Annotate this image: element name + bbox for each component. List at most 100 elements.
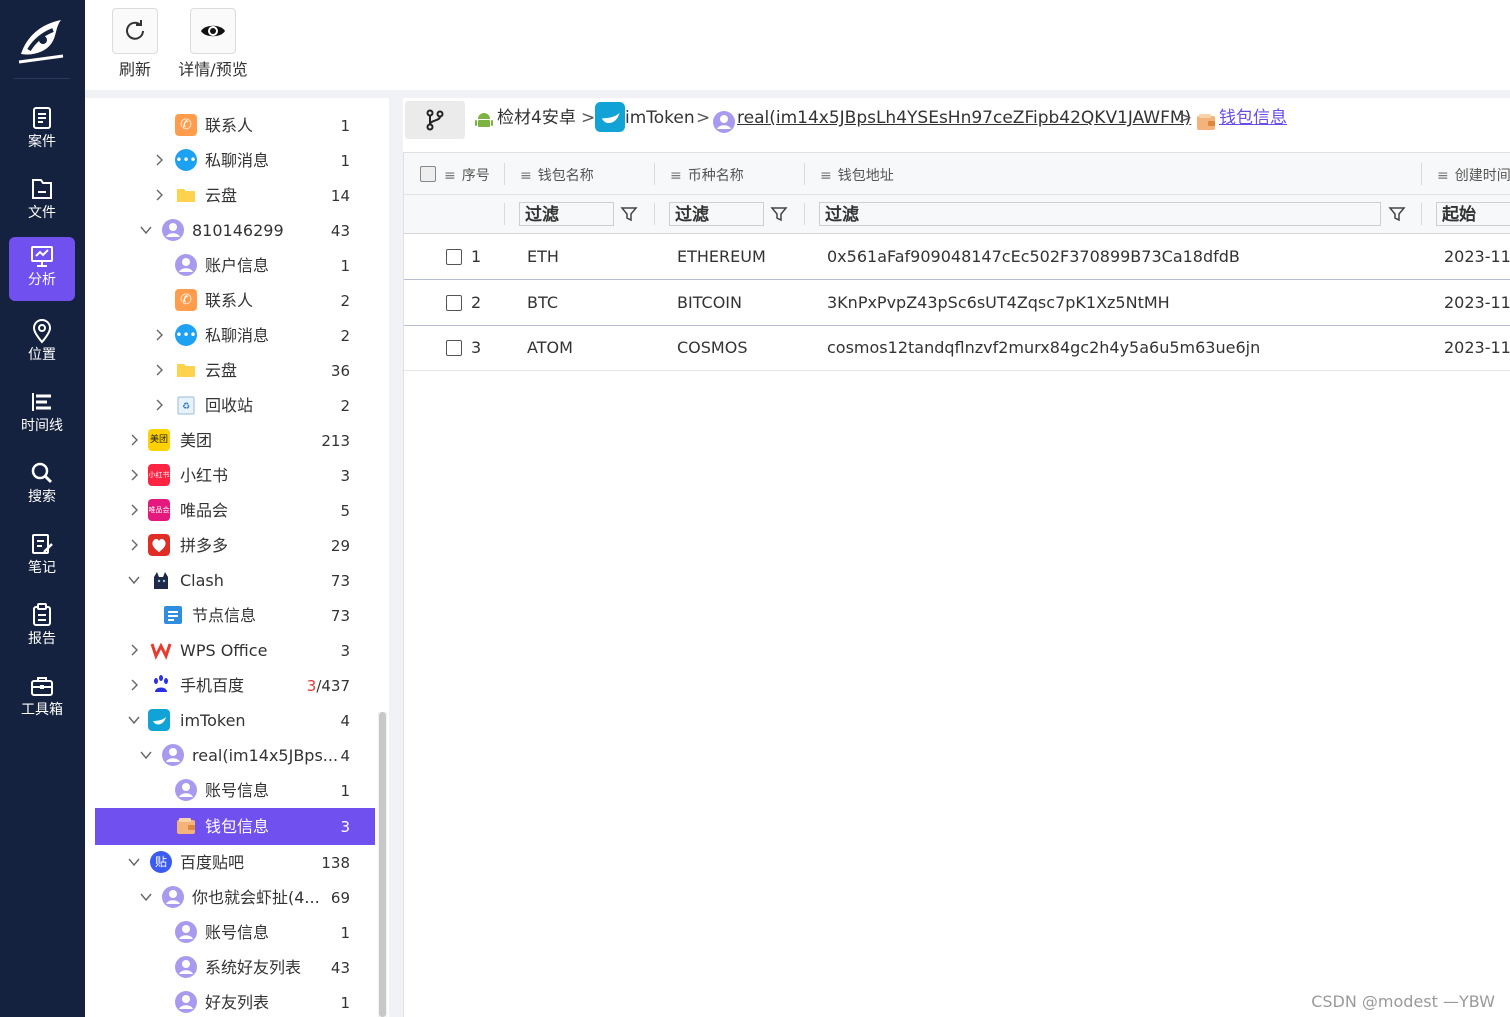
tree-node-wallet-info[interactable]: 钱包信息 3	[95, 808, 375, 845]
filter-wallet-name[interactable]: 过滤	[519, 202, 614, 226]
chevron-right-icon[interactable]	[128, 539, 140, 551]
cell-wallet-name: ATOM	[527, 338, 573, 357]
column-menu-icon[interactable]: ≡	[1437, 168, 1449, 184]
column-menu-icon[interactable]: ≡	[520, 168, 532, 184]
column-divider[interactable]	[1421, 163, 1422, 185]
tree-node-pinduoduo[interactable]: 拼多多 29	[95, 528, 375, 563]
tree-node-cloud-drive[interactable]: 云盘 14	[95, 178, 375, 213]
breadcrumb-account[interactable]: real(im14x5JBpsLh4YSEsHn97ceZFipb42QKV1J…	[737, 106, 1191, 130]
tree-node-system-friends[interactable]: 系统好友列表 43	[95, 950, 375, 985]
breadcrumb-evidence[interactable]: 检材4安卓	[497, 106, 576, 130]
chevron-down-icon[interactable]	[128, 574, 140, 586]
filter-coin-name[interactable]: 过滤	[669, 202, 764, 226]
tree-node-vipshop[interactable]: 唯品会 唯品会 5	[95, 493, 375, 528]
header-address[interactable]: ≡ 钱包地址	[820, 165, 894, 185]
breadcrumb-separator: >	[1178, 108, 1193, 128]
column-menu-icon[interactable]: ≡	[820, 168, 832, 184]
cell-coin-name: COSMOS	[677, 338, 748, 357]
tree-node-contacts[interactable]: ✆ 联系人 1	[95, 108, 375, 143]
chevron-right-icon[interactable]	[128, 679, 140, 691]
filter-icon[interactable]	[620, 205, 638, 223]
row-checkbox[interactable]	[446, 249, 462, 265]
filter-created-from[interactable]: 起始	[1436, 202, 1510, 226]
nav-toolbox[interactable]: 工具箱	[9, 667, 75, 731]
tree-node-count: 5	[340, 502, 350, 520]
tree-node-tieba-account[interactable]: 你也就会虾扯(4... 69	[95, 880, 375, 915]
refresh-button[interactable]: 刷新	[95, 8, 175, 80]
tree-node-friends[interactable]: 好友列表 1	[95, 985, 375, 1017]
header-wallet-name[interactable]: ≡ 钱包名称	[520, 165, 594, 185]
chevron-right-icon[interactable]	[128, 644, 140, 656]
select-all-checkbox[interactable]	[420, 166, 436, 182]
header-coin-name[interactable]: ≡ 币种名称	[670, 165, 744, 185]
column-divider[interactable]	[504, 163, 505, 185]
chevron-down-icon[interactable]	[128, 856, 140, 868]
branch-button[interactable]	[405, 101, 465, 139]
nav-timeline[interactable]: 时间线	[9, 383, 75, 447]
nav-location[interactable]: 位置	[9, 312, 75, 376]
panel-splitter[interactable]	[389, 98, 403, 1017]
column-menu-icon[interactable]: ≡	[444, 168, 456, 184]
preview-button[interactable]: 详情/预览	[173, 8, 253, 80]
nav-case[interactable]: 案件	[9, 99, 75, 163]
header-index[interactable]: ≡ 序号	[444, 165, 490, 185]
tree-node-xiaohongshu[interactable]: 小红书 小红书 3	[95, 458, 375, 493]
tree-node-private-messages[interactable]: ••• 私聊消息 1	[95, 143, 375, 178]
chevron-down-icon[interactable]	[140, 749, 152, 761]
tree-node-account-info[interactable]: 账号信息 1	[95, 773, 375, 808]
chevron-right-icon[interactable]	[153, 189, 165, 201]
table-row[interactable]: 3 ATOM COSMOS cosmos12tandqflnzvf2murx84…	[404, 325, 1510, 371]
chevron-right-icon[interactable]	[153, 364, 165, 376]
tree-node-meituan[interactable]: 美团 美团 213	[95, 423, 375, 458]
tree-node-baidu[interactable]: 手机百度 3/437	[95, 668, 375, 703]
tree-node-imtoken-account[interactable]: real(im14x5JBps... 4	[95, 738, 375, 773]
filter-icon[interactable]	[770, 205, 788, 223]
tree-node-imtoken[interactable]: imToken 4	[95, 703, 375, 738]
column-divider	[804, 203, 805, 225]
tree-node-account[interactable]: 810146299 43	[95, 213, 375, 248]
breadcrumb-app[interactable]: imToken	[625, 106, 695, 130]
table-row[interactable]: 2 BTC BITCOIN 3KnPxPvpZ43pSc6sUT4Zqsc7pK…	[404, 279, 1510, 326]
tree-node-clash[interactable]: Clash 73	[95, 563, 375, 598]
tree-node-cloud-drive[interactable]: 云盘 36	[95, 353, 375, 388]
header-created-time[interactable]: ≡ 创建时间	[1437, 165, 1510, 185]
nav-note[interactable]: 笔记	[9, 525, 75, 589]
tree-scrollbar-thumb[interactable]	[379, 712, 386, 1017]
user-avatar-icon	[162, 219, 184, 241]
cell-address: 3KnPxPvpZ43pSc6sUT4Zqsc7pK1Xz5NtMH	[827, 293, 1170, 312]
column-divider[interactable]	[804, 163, 805, 185]
row-checkbox[interactable]	[446, 295, 462, 311]
nav-search[interactable]: 搜索	[9, 454, 75, 518]
row-checkbox[interactable]	[446, 340, 462, 356]
column-divider[interactable]	[654, 163, 655, 185]
chevron-right-icon[interactable]	[153, 154, 165, 166]
tree-node-baidu-tieba[interactable]: 贴 百度贴吧 138	[95, 845, 375, 880]
nav-analysis[interactable]: 分析	[9, 237, 75, 301]
chevron-right-icon[interactable]	[128, 469, 140, 481]
tree-node-recycle-bin[interactable]: ♻ 回收站 2	[95, 388, 375, 423]
filter-address[interactable]: 过滤	[819, 202, 1381, 226]
chevron-right-icon[interactable]	[153, 399, 165, 411]
tree-node-account-info[interactable]: 账户信息 1	[95, 248, 375, 283]
breadcrumb-current[interactable]: 钱包信息	[1219, 106, 1287, 130]
tree-node-count: 1	[340, 152, 350, 170]
tree-node-contacts[interactable]: ✆ 联系人 2	[95, 283, 375, 318]
tree-node-private-messages[interactable]: ••• 私聊消息 2	[95, 318, 375, 353]
table-row[interactable]: 1 ETH ETHEREUM 0x561aFaf909048147cEc502F…	[404, 234, 1510, 280]
filter-icon[interactable]	[1388, 205, 1406, 223]
tree-node-count: 3	[340, 642, 350, 660]
imtoken-app-icon	[148, 709, 170, 731]
nav-report[interactable]: 报告	[9, 596, 75, 660]
chevron-down-icon[interactable]	[140, 224, 152, 236]
tree-node-node-info[interactable]: 节点信息 73	[95, 598, 375, 633]
cell-index: 2	[471, 293, 482, 312]
chevron-right-icon[interactable]	[128, 434, 140, 446]
tree-node-wps-office[interactable]: WPS Office 3	[95, 633, 375, 668]
nav-file[interactable]: 文件	[9, 170, 75, 234]
tree-node-account-info[interactable]: 账号信息 1	[95, 915, 375, 950]
chevron-down-icon[interactable]	[140, 891, 152, 903]
chevron-right-icon[interactable]	[128, 504, 140, 516]
column-menu-icon[interactable]: ≡	[670, 168, 682, 184]
chevron-right-icon[interactable]	[153, 329, 165, 341]
chevron-down-icon[interactable]	[128, 714, 140, 726]
